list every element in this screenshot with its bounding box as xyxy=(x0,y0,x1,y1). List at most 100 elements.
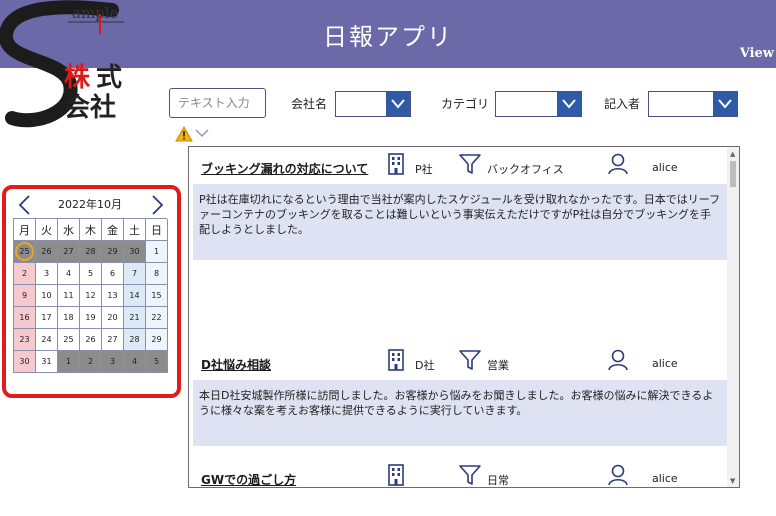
list-item-header: D社悩み相談 D社 営業 alice xyxy=(189,343,727,379)
building-icon xyxy=(388,153,404,175)
calendar-day-label: 1 xyxy=(65,357,72,366)
report-title[interactable]: GWでの過ごし方 xyxy=(201,471,296,487)
company-label: 会社名 xyxy=(291,97,328,111)
company-dropdown[interactable] xyxy=(335,91,411,117)
calendar-day[interactable]: 18 xyxy=(58,307,80,329)
calendar-day[interactable]: 25 xyxy=(58,329,80,351)
calendar-day[interactable]: 16 xyxy=(14,307,36,329)
calendar-weekday: 金 xyxy=(102,219,124,241)
calendar-day[interactable]: 11 xyxy=(58,285,80,307)
calendar-day-label: 2 xyxy=(87,357,94,366)
calendar-day[interactable]: 20 xyxy=(102,307,124,329)
calendar-day[interactable]: 24 xyxy=(36,329,58,351)
scroll-thumb[interactable] xyxy=(730,161,736,187)
calendar-weekday: 日 xyxy=(146,219,168,241)
calendar-day-label: 18 xyxy=(63,313,74,322)
calendar-day-label: 8 xyxy=(153,269,160,278)
report-company: D社 xyxy=(415,359,435,372)
calendar-day-label: 23 xyxy=(19,335,30,344)
calendar-day-label: 12 xyxy=(85,291,96,300)
calendar-day-label: 27 xyxy=(107,335,118,344)
calendar-day[interactable]: 17 xyxy=(36,307,58,329)
calendar: 2022年10月 月火水木金土日 25 26 27 28 29 30 1 2 3 4 5 6 7 8 9 10 1… xyxy=(13,192,168,373)
chevron-down-icon[interactable] xyxy=(195,128,209,138)
author-label: 記入者 xyxy=(604,97,641,111)
calendar-weekday: 土 xyxy=(124,219,146,241)
calendar-day[interactable]: 2 xyxy=(80,351,102,373)
calendar-day[interactable]: 27 xyxy=(102,329,124,351)
calendar-day[interactable]: 2 xyxy=(14,263,36,285)
calendar-day-label: 11 xyxy=(63,291,74,300)
calendar-day[interactable]: 3 xyxy=(36,263,58,285)
calendar-day[interactable]: 23 xyxy=(14,329,36,351)
calendar-day-label: 26 xyxy=(85,335,96,344)
filter-icon xyxy=(459,154,481,174)
chevron-down-icon[interactable] xyxy=(713,92,737,116)
calendar-day[interactable]: 29 xyxy=(146,329,168,351)
calendar-day[interactable]: 8 xyxy=(146,263,168,285)
calendar-day-label: 7 xyxy=(131,269,138,278)
calendar-day[interactable]: 27 xyxy=(58,241,80,263)
calendar-day-label: 4 xyxy=(65,269,72,278)
calendar-day[interactable]: 29 xyxy=(102,241,124,263)
scroll-down-icon[interactable]: ▼ xyxy=(730,477,735,485)
calendar-day-label: 24 xyxy=(41,335,52,344)
calendar-day[interactable]: 31 xyxy=(36,351,58,373)
calendar-day[interactable]: 1 xyxy=(146,241,168,263)
chevron-right-icon[interactable] xyxy=(151,194,165,216)
user-icon xyxy=(608,349,628,371)
chevron-down-icon[interactable] xyxy=(557,92,581,116)
search-input[interactable]: テキスト入力 xyxy=(169,88,266,118)
chevron-down-icon[interactable] xyxy=(386,92,410,116)
calendar-day[interactable]: 1 xyxy=(58,351,80,373)
calendar-day[interactable]: 12 xyxy=(80,285,102,307)
calendar-day[interactable]: 15 xyxy=(146,285,168,307)
calendar-day[interactable]: 19 xyxy=(80,307,102,329)
calendar-day-label: 16 xyxy=(19,313,30,322)
report-company: P社 xyxy=(415,163,433,176)
logo-shiki-text: 式 xyxy=(96,63,123,93)
calendar-day[interactable]: 13 xyxy=(102,285,124,307)
report-title[interactable]: D社悩み相談 xyxy=(201,356,271,373)
calendar-day-label: 6 xyxy=(109,269,116,278)
report-list[interactable]: ブッキング漏れの対応について P社 バックオフィス alice P社は在庫切れに… xyxy=(188,146,740,488)
calendar-day[interactable]: 28 xyxy=(124,329,146,351)
calendar-day-label: 17 xyxy=(41,313,52,322)
calendar-day[interactable]: 22 xyxy=(146,307,168,329)
calendar-day[interactable]: 5 xyxy=(146,351,168,373)
calendar-weekday: 水 xyxy=(58,219,80,241)
calendar-day[interactable]: 4 xyxy=(124,351,146,373)
calendar-day-label: 28 xyxy=(85,247,96,256)
calendar-day-label: 22 xyxy=(151,313,162,322)
calendar-day[interactable]: 14 xyxy=(124,285,146,307)
calendar-day[interactable]: 30 xyxy=(14,351,36,373)
calendar-day-label: 1 xyxy=(153,247,160,256)
calendar-day[interactable]: 25 xyxy=(14,241,36,263)
calendar-day[interactable]: 3 xyxy=(102,351,124,373)
calendar-day-label: 2 xyxy=(21,269,28,278)
calendar-day-label: 26 xyxy=(41,247,52,256)
calendar-day[interactable]: 26 xyxy=(80,329,102,351)
report-category: 日常 xyxy=(487,474,509,487)
calendar-day[interactable]: 9 xyxy=(14,285,36,307)
calendar-day[interactable]: 6 xyxy=(102,263,124,285)
calendar-day[interactable]: 28 xyxy=(80,241,102,263)
calendar-day[interactable]: 30 xyxy=(124,241,146,263)
list-scrollbar[interactable]: ▲ ▼ xyxy=(727,147,739,487)
report-title[interactable]: ブッキング漏れの対応について xyxy=(201,160,368,177)
scroll-up-icon[interactable]: ▲ xyxy=(730,150,735,158)
building-icon xyxy=(388,349,404,371)
logo-sample-text: ample xyxy=(72,4,119,22)
calendar-day[interactable]: 10 xyxy=(36,285,58,307)
category-dropdown[interactable] xyxy=(495,91,582,117)
report-body: 本日D社安城製作所様に訪問しました。お客様から悩みをお聞きしました。お客様の悩み… xyxy=(193,380,727,446)
calendar-day[interactable]: 21 xyxy=(124,307,146,329)
calendar-day[interactable]: 26 xyxy=(36,241,58,263)
calendar-day-label: 3 xyxy=(109,357,116,366)
calendar-day[interactable]: 5 xyxy=(80,263,102,285)
view-link[interactable]: View xyxy=(740,46,774,61)
author-dropdown[interactable] xyxy=(648,91,738,117)
calendar-day[interactable]: 7 xyxy=(124,263,146,285)
calendar-day-label: 10 xyxy=(41,291,52,300)
calendar-day[interactable]: 4 xyxy=(58,263,80,285)
